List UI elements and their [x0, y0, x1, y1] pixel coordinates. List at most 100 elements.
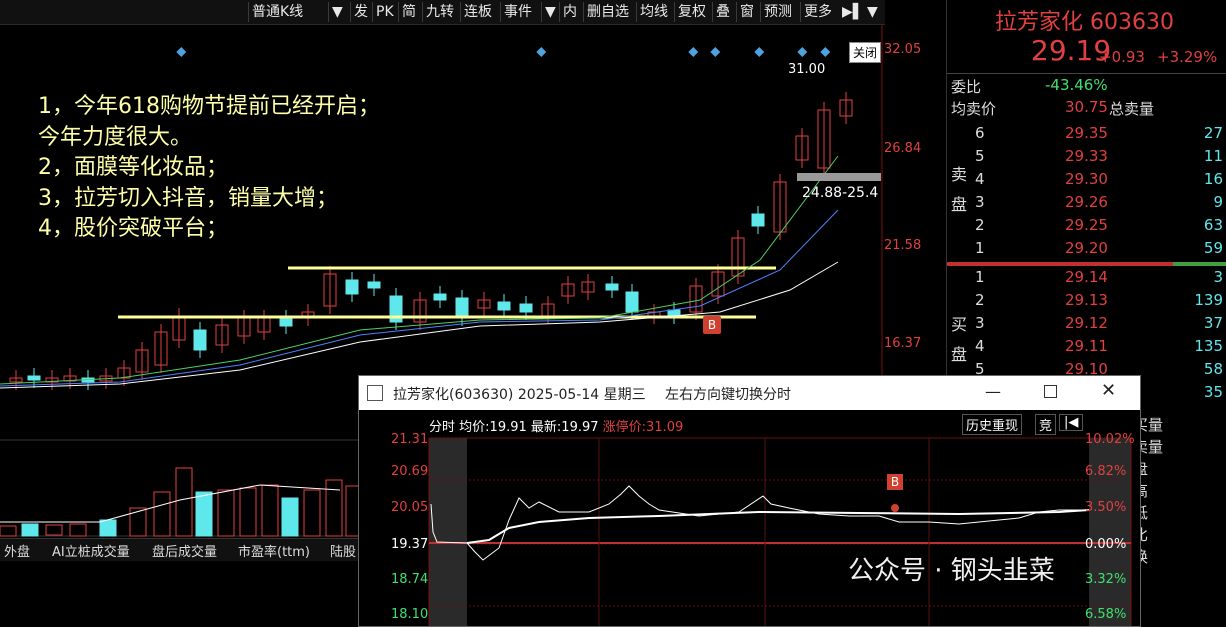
sell-price: 29.26 — [1065, 193, 1108, 211]
toolbar-separator — [398, 2, 399, 22]
buy-volume: 135 — [1194, 337, 1223, 355]
tab-hk-connect[interactable]: 陆股 — [330, 541, 356, 560]
toolbar-item-7[interactable]: 事件 — [504, 2, 532, 22]
intraday-chart[interactable]: B 21.31 20.69 20.05 19.37 18.74 18.10 10.02% 6.8… — [359, 412, 1140, 626]
annotation-line-4: 3，拉芳切入抖音，销量大增； — [38, 185, 338, 211]
toolbar-item-13[interactable]: 叠 — [716, 2, 730, 22]
high-marker: 31.00 — [788, 62, 826, 77]
toolbar-item-3[interactable]: PK — [376, 2, 394, 22]
auction-shade-left — [429, 438, 467, 626]
event-diamond — [754, 47, 765, 57]
volume-bar — [175, 467, 193, 537]
volume-bar — [45, 524, 63, 536]
toolbar-item-5[interactable]: 九转 — [426, 2, 454, 22]
window-icon — [367, 385, 383, 401]
play-icon[interactable]: ▶▌ — [842, 2, 864, 22]
avg-sell-value: 30.75 — [1065, 98, 1108, 116]
volume-bar — [261, 484, 279, 537]
event-diamond — [797, 47, 808, 57]
intraday-frame — [428, 437, 1132, 626]
close-icon[interactable]: ✕ — [1101, 380, 1116, 401]
price-label-3: 21.58 — [884, 238, 922, 253]
close-tooltip[interactable]: 关闭 — [849, 42, 882, 63]
volume-bar — [281, 497, 299, 537]
toolbar: 普通K线 ▼ 发 PK 简九转 连板 事件 ▼ 内删自选 均线 复权叠窗预测 更多 ▶▌ ▼ — [0, 0, 885, 25]
sell-level: 5 — [975, 147, 985, 165]
volume-bar — [153, 491, 171, 537]
auction-button[interactable]: 竞 — [1035, 414, 1057, 435]
kline-candle — [497, 301, 511, 311]
kline-candle — [625, 291, 639, 313]
toolbar-item-2[interactable]: 发 — [354, 2, 368, 22]
left-price-label: 19.37 — [391, 537, 428, 552]
toolbar-item-12[interactable]: 复权 — [678, 2, 706, 22]
maximize-icon[interactable] — [1044, 385, 1057, 398]
tab-after-hours-volume[interactable]: 盘后成交量 — [152, 541, 217, 560]
tab-pe-ttm[interactable]: 市盈率(ttm) — [238, 541, 310, 560]
toolbar-item-0[interactable]: 普通K线 — [252, 2, 303, 22]
event-diamond — [710, 47, 721, 57]
annotation-text: 1，今年618购物节提前已经开启； 今年力度很大。 2，面膜等化妆品； 3，拉芳… — [38, 92, 380, 245]
toolbar-separator — [712, 2, 713, 22]
toolbar-separator — [800, 2, 801, 22]
sell-level-row: 2 29.25 63 — [947, 216, 1226, 238]
intraday-popup[interactable]: 拉芳家化(603630) 2025-05-14 星期三 左右方向键切换分时 — … — [358, 375, 1141, 627]
toolbar-item-11[interactable]: 均线 — [640, 2, 668, 22]
sell-level-row: 1 29.20 59 — [947, 239, 1226, 261]
sell-price: 29.30 — [1065, 170, 1108, 188]
tab-ai-volume[interactable]: AI立桩成交量 — [52, 541, 130, 560]
tab-outer-volume[interactable]: 外盘 — [4, 541, 30, 560]
buy-volume: 58 — [1203, 360, 1223, 378]
right-pct-label: 6.58% — [1085, 607, 1126, 622]
dropdown-icon[interactable]: ▼ — [867, 2, 878, 22]
avg-label: 均价: — [459, 420, 490, 435]
volume-bar — [325, 479, 343, 537]
annotation-line-5: 4，股价突破平台； — [38, 216, 228, 241]
toolbar-item-16[interactable]: 更多 — [804, 2, 832, 22]
price-label-2: 26.84 — [884, 141, 922, 156]
toolbar-item-8[interactable]: ▼ — [545, 2, 556, 22]
toolbar-item-9[interactable]: 内 — [563, 2, 577, 22]
annotation-line-2: 今年力度很大。 — [38, 124, 193, 150]
popup-hint: 左右方向键切换分时 — [665, 387, 791, 403]
volume-bar — [69, 523, 87, 537]
buy-price: 29.13 — [1065, 291, 1108, 309]
toolbar-item-15[interactable]: 预测 — [764, 2, 792, 22]
buy-level-row: 3 29.12 37 — [947, 314, 1226, 336]
kline-candle — [279, 317, 293, 327]
toolbar-separator — [350, 2, 351, 22]
weibi-row: 委比 -43.46% — [947, 76, 1226, 98]
sell-level: 1 — [975, 239, 985, 257]
weibi-label: 委比 — [951, 78, 982, 96]
buy-level: 1 — [975, 268, 985, 286]
right-pct-label: 3.50% — [1085, 500, 1126, 515]
buy-marker: B — [703, 316, 721, 334]
sell-strength-bar — [947, 262, 1173, 266]
toolbar-item-14[interactable]: 窗 — [740, 2, 754, 22]
history-replay-button[interactable]: 历史重现 — [962, 414, 1023, 435]
toolbar-separator — [500, 2, 501, 22]
sell-volume: 63 — [1203, 216, 1223, 234]
toolbar-separator — [422, 2, 423, 22]
toolbar-item-6[interactable]: 连板 — [464, 2, 492, 22]
kline-candle — [605, 283, 619, 291]
volume-bar — [0, 525, 17, 537]
popup-titlebar[interactable]: 拉芳家化(603630) 2025-05-14 星期三 左右方向键切换分时 — … — [359, 376, 1140, 410]
limit-label: 涨停价: — [602, 420, 647, 435]
kline-candle — [345, 279, 359, 295]
annotation-line-1: 1，今年618购物节提前已经开启； — [38, 94, 380, 119]
sell-level: 4 — [975, 170, 985, 188]
toolbar-item-10[interactable]: 删自选 — [587, 2, 629, 22]
volume-bar — [195, 491, 213, 537]
minimize-icon[interactable]: — — [985, 382, 1001, 401]
collapse-icon[interactable]: |◀ — [1059, 414, 1084, 431]
buy-level: 4 — [975, 337, 985, 355]
mode-label: 分时 — [429, 420, 456, 435]
toolbar-item-1[interactable]: ▼ — [332, 2, 343, 22]
buy-level-row: 4 29.11 135 — [947, 337, 1226, 359]
range-label: 24.88-25.4 — [802, 185, 879, 201]
stock-name: 拉芳家化 — [995, 10, 1084, 35]
latest-value: 19.97 — [561, 420, 599, 435]
toolbar-separator — [760, 2, 761, 22]
toolbar-item-4[interactable]: 简 — [402, 2, 416, 22]
